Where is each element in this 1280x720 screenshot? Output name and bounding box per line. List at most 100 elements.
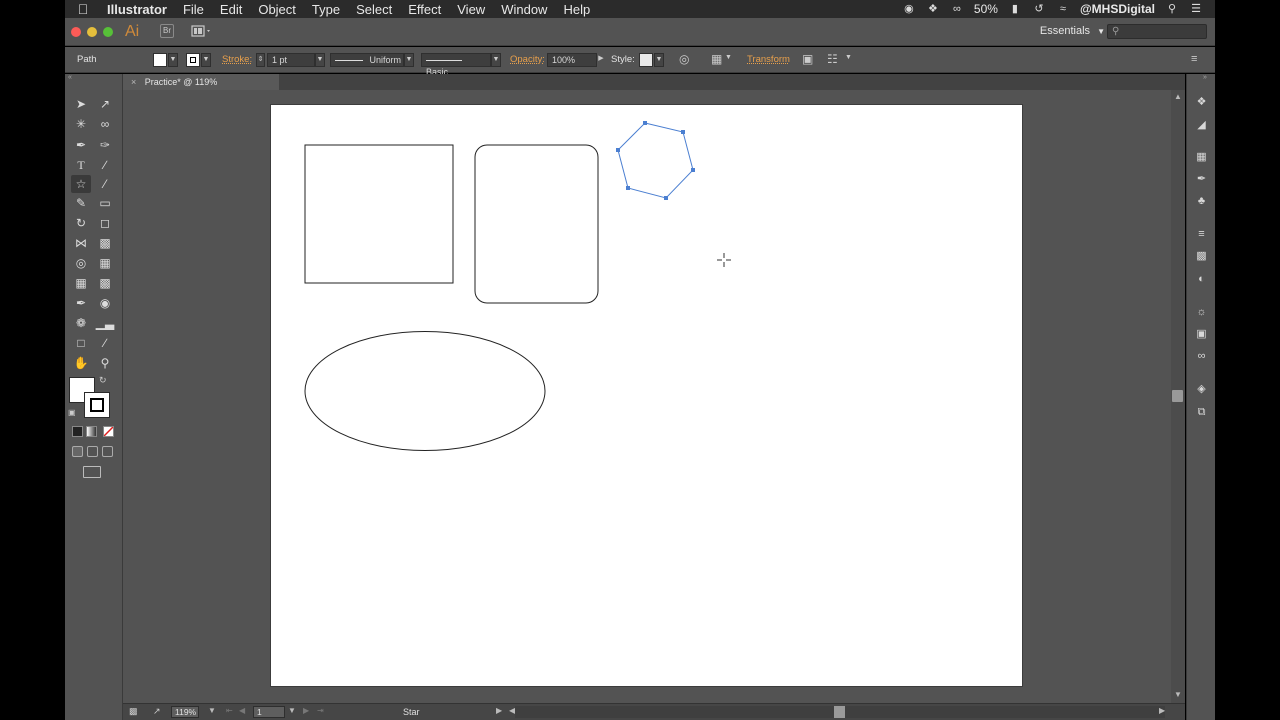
- stroke-color-box[interactable]: [84, 392, 110, 418]
- stroke-color-dropdown[interactable]: ▼: [201, 53, 211, 67]
- blend-tool-icon[interactable]: ◉: [95, 294, 115, 312]
- chevron-down-icon[interactable]: ▼: [725, 54, 732, 61]
- creative-cloud-icon[interactable]: ∞: [950, 3, 964, 15]
- gradient-panel-icon[interactable]: ▩: [1193, 248, 1210, 264]
- draw-normal-icon[interactable]: [72, 446, 83, 457]
- menu-file[interactable]: File: [175, 2, 212, 17]
- column-graph-tool-icon[interactable]: ▁▃: [95, 314, 115, 332]
- menu-view[interactable]: View: [449, 2, 493, 17]
- zoom-dropdown-icon[interactable]: ▼: [208, 706, 216, 715]
- menu-edit[interactable]: Edit: [212, 2, 250, 17]
- artboard[interactable]: [270, 104, 1023, 687]
- first-artboard-icon[interactable]: ⇤: [226, 706, 233, 715]
- wifi-icon[interactable]: ≈: [1056, 3, 1070, 15]
- export-icon[interactable]: ↗: [153, 706, 161, 717]
- document-tab[interactable]: × Practice* @ 119% (RGB/Preview): [123, 74, 279, 103]
- menu-select[interactable]: Select: [348, 2, 400, 17]
- minimize-window-button[interactable]: [87, 27, 97, 37]
- graphic-style-dropdown[interactable]: ▼: [654, 53, 664, 67]
- record-icon[interactable]: ◉: [902, 3, 916, 15]
- menu-user[interactable]: @MHSDigital: [1080, 2, 1155, 16]
- notification-center-icon[interactable]: ☰: [1189, 3, 1203, 15]
- scroll-up-arrow-icon[interactable]: ▲: [1174, 92, 1182, 101]
- isolate-selected-icon[interactable]: ▣: [802, 52, 813, 66]
- selection-tool-icon[interactable]: ➤: [71, 95, 91, 113]
- panel-menu-icon[interactable]: ≡: [1191, 53, 1197, 65]
- stroke-weight-dropdown[interactable]: ▼: [315, 53, 325, 67]
- brushes-panel-icon[interactable]: ✒: [1193, 171, 1210, 187]
- graphic-style-swatch[interactable]: [639, 53, 653, 67]
- shape-builder-tool-icon[interactable]: ◎: [71, 254, 91, 272]
- scroll-down-arrow-icon[interactable]: ▼: [1174, 690, 1182, 699]
- pen-tool-icon[interactable]: ✒: [71, 136, 91, 154]
- collapse-panel-icon[interactable]: «: [68, 74, 72, 81]
- appearance-panel-icon[interactable]: ☼: [1193, 304, 1210, 320]
- rotate-tool-icon[interactable]: ↻: [71, 214, 91, 232]
- width-tool-icon[interactable]: ⋈: [71, 234, 91, 252]
- artboard-number-field[interactable]: 1: [253, 706, 285, 718]
- fill-swatch[interactable]: [153, 53, 167, 67]
- recolor-artwork-icon[interactable]: ◎: [679, 52, 689, 66]
- magic-wand-tool-icon[interactable]: ✳: [71, 115, 91, 133]
- help-search-input[interactable]: ⚲: [1107, 24, 1207, 39]
- fill-dropdown[interactable]: ▼: [168, 53, 178, 67]
- draw-behind-icon[interactable]: [87, 446, 98, 457]
- scroll-right-arrow-icon[interactable]: ▶: [1159, 706, 1165, 715]
- artboard-tool-icon[interactable]: □: [71, 334, 91, 352]
- stroke-panel-icon[interactable]: ≡: [1193, 226, 1210, 242]
- close-tab-icon[interactable]: ×: [131, 77, 136, 87]
- opacity-panel-link[interactable]: Opacity:: [510, 54, 545, 65]
- eraser-tool-icon[interactable]: ▭: [95, 194, 115, 212]
- bridge-button[interactable]: Br: [160, 24, 174, 38]
- artboard-dropdown-icon[interactable]: ▼: [288, 706, 296, 715]
- chevron-down-icon[interactable]: ▼: [845, 54, 852, 61]
- battery-icon[interactable]: ▮: [1008, 3, 1022, 15]
- opacity-field[interactable]: 100%: [547, 53, 597, 67]
- distribute-options-icon[interactable]: ☷: [827, 52, 838, 66]
- transform-panel-link[interactable]: Transform: [747, 54, 790, 65]
- menu-help[interactable]: Help: [555, 2, 598, 17]
- stroke-panel-link[interactable]: Stroke:: [222, 54, 252, 65]
- pencil-tool-icon[interactable]: ✎: [71, 194, 91, 212]
- zoom-tool-icon[interactable]: ⚲: [95, 354, 115, 372]
- arrange-documents-button[interactable]: [191, 24, 213, 41]
- menu-app-name[interactable]: Illustrator: [101, 2, 175, 17]
- direct-selection-tool-icon[interactable]: ↗: [95, 95, 115, 113]
- perspective-grid-tool-icon[interactable]: ▦: [95, 254, 115, 272]
- free-transform-tool-icon[interactable]: ▩: [95, 234, 115, 252]
- workspace-switcher[interactable]: Essentials ▼: [1040, 25, 1105, 37]
- cc-libraries-panel-icon[interactable]: ∞: [1193, 348, 1210, 364]
- zoom-window-button[interactable]: [103, 27, 113, 37]
- time-machine-icon[interactable]: ↺: [1032, 3, 1046, 15]
- draw-inside-icon[interactable]: [102, 446, 113, 457]
- stroke-weight-field[interactable]: 1 pt: [267, 53, 315, 67]
- color-mode-icon[interactable]: [72, 426, 83, 437]
- stroke-swatch[interactable]: [186, 53, 200, 67]
- symbol-sprayer-tool-icon[interactable]: ❁: [71, 314, 91, 332]
- menu-effect[interactable]: Effect: [400, 2, 449, 17]
- swap-fill-stroke-icon[interactable]: ↻: [99, 375, 107, 386]
- artboards-panel-icon[interactable]: ⧉: [1193, 404, 1210, 420]
- align-options-icon[interactable]: ▦: [711, 52, 722, 66]
- symbols-panel-icon[interactable]: ♣: [1193, 193, 1210, 209]
- variable-width-profile[interactable]: Uniform: [330, 53, 404, 67]
- curvature-tool-icon[interactable]: ✑: [95, 136, 115, 154]
- color-panel-icon[interactable]: ❖: [1193, 94, 1210, 110]
- swatches-panel-icon[interactable]: ▦: [1193, 149, 1210, 165]
- spotlight-search-icon[interactable]: ⚲: [1165, 3, 1179, 15]
- dropbox-icon[interactable]: ❖: [926, 3, 940, 15]
- transparency-panel-icon[interactable]: ◐: [1193, 271, 1210, 287]
- close-window-button[interactable]: [71, 27, 81, 37]
- type-tool-icon[interactable]: T: [71, 156, 91, 174]
- hand-tool-icon[interactable]: ✋: [71, 354, 91, 372]
- star-tool-icon[interactable]: ☆: [71, 175, 91, 193]
- color-guide-panel-icon[interactable]: ◢: [1193, 117, 1210, 133]
- previous-artboard-icon[interactable]: ◀: [239, 706, 245, 715]
- horizontal-scroll-thumb[interactable]: [834, 706, 845, 718]
- zoom-level-field[interactable]: 119%: [171, 706, 199, 718]
- status-menu-arrow-icon[interactable]: ▶: [496, 706, 502, 715]
- line-segment-tool-icon[interactable]: ∕: [95, 156, 115, 174]
- menu-type[interactable]: Type: [304, 2, 348, 17]
- default-colors-icon[interactable]: ▣: [68, 408, 76, 417]
- brush-definition[interactable]: Basic: [421, 53, 491, 77]
